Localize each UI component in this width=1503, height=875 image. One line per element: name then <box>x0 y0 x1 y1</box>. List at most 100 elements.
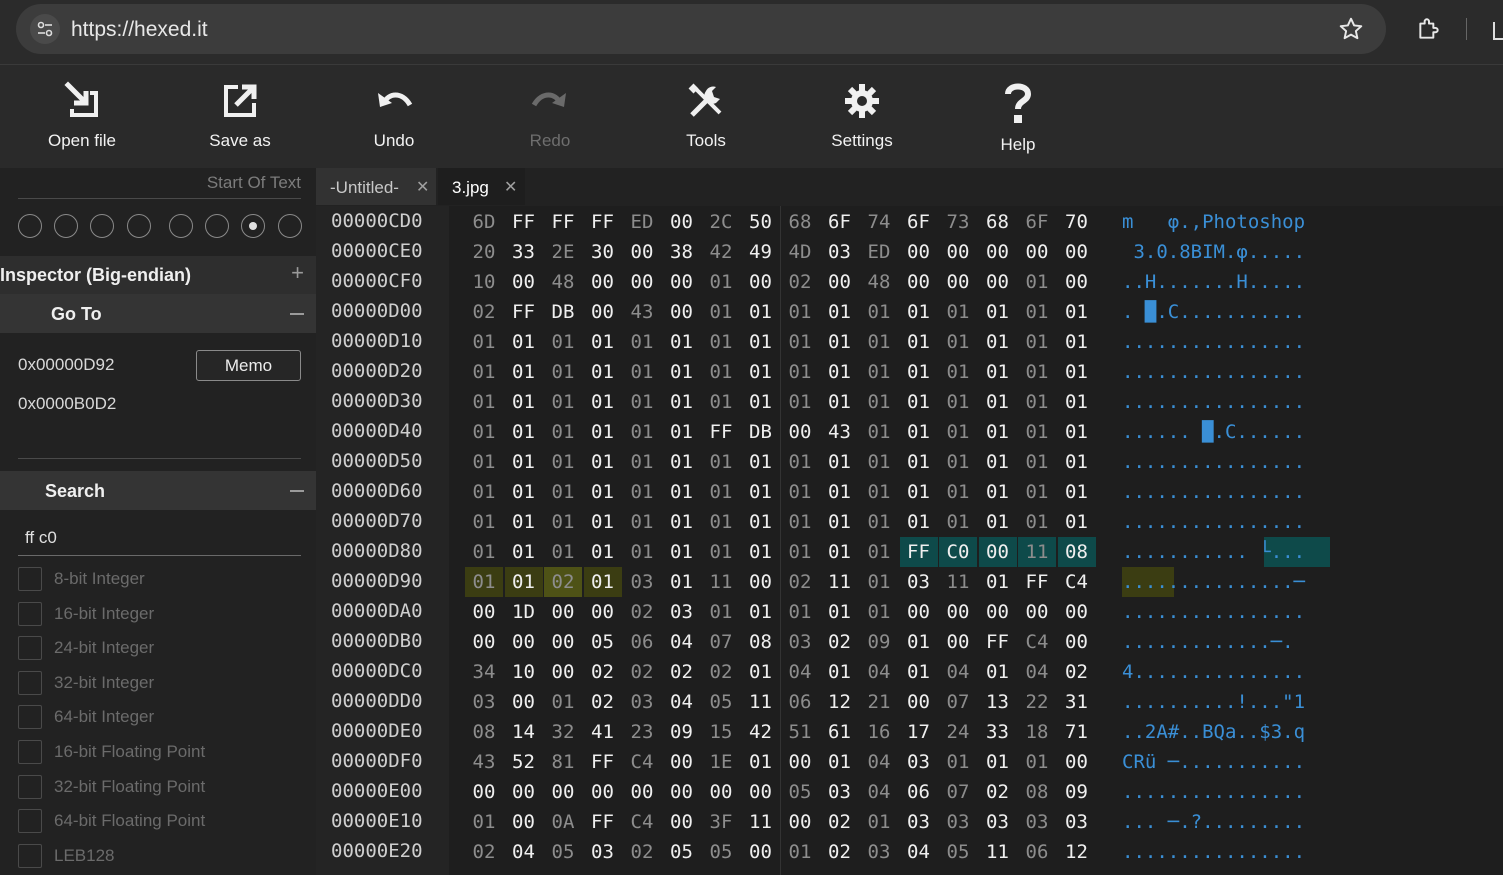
hex-byte[interactable]: FF <box>702 417 740 447</box>
hex-byte[interactable]: 01 <box>702 447 740 477</box>
hex-byte[interactable]: 6F <box>1018 207 1056 237</box>
hex-byte[interactable]: 6F <box>900 207 938 237</box>
hex-byte[interactable]: 01 <box>781 357 819 387</box>
hex-byte[interactable]: 02 <box>623 597 661 627</box>
hex-byte[interactable]: 00 <box>663 777 701 807</box>
hex-byte[interactable]: 01 <box>860 297 898 327</box>
hex-byte[interactable]: 01 <box>781 537 819 567</box>
hex-byte[interactable]: 01 <box>821 387 859 417</box>
url-text[interactable]: https://hexed.it <box>71 18 208 42</box>
ascii-text[interactable]: ................ <box>1122 597 1305 627</box>
hex-byte[interactable]: 6F <box>821 207 859 237</box>
hex-byte[interactable]: 01 <box>583 567 622 597</box>
open-file-button[interactable]: Open file <box>12 75 152 161</box>
hex-byte[interactable]: 6D <box>465 207 503 237</box>
extensions-icon[interactable] <box>1416 16 1442 47</box>
hex-byte[interactable]: 01 <box>623 477 661 507</box>
hex-byte[interactable]: 00 <box>702 777 740 807</box>
hex-byte[interactable]: 01 <box>505 417 543 447</box>
hex-byte[interactable]: 01 <box>1018 477 1056 507</box>
hex-byte[interactable]: 01 <box>1058 387 1096 417</box>
ascii-text[interactable]: ................ <box>1122 447 1305 477</box>
hex-byte[interactable]: 02 <box>821 627 859 657</box>
hex-byte[interactable]: 00 <box>900 267 938 297</box>
hex-byte[interactable]: 43 <box>623 297 661 327</box>
hex-byte[interactable]: ED <box>623 207 661 237</box>
hex-byte[interactable]: 02 <box>623 837 661 867</box>
hex-byte[interactable]: 74 <box>860 207 898 237</box>
hex-byte[interactable]: 00 <box>505 807 543 837</box>
hex-byte[interactable]: 01 <box>1018 267 1056 297</box>
hex-byte[interactable]: C4 <box>1018 627 1056 657</box>
hex-byte[interactable]: FF <box>544 207 582 237</box>
hex-byte[interactable]: 01 <box>1018 297 1056 327</box>
hex-byte[interactable]: 01 <box>900 657 938 687</box>
checkbox[interactable] <box>18 567 42 591</box>
hex-byte[interactable]: 00 <box>1018 597 1056 627</box>
hex-byte[interactable]: 01 <box>623 417 661 447</box>
hex-byte[interactable]: 01 <box>939 507 977 537</box>
checkbox[interactable] <box>18 636 42 661</box>
hex-byte[interactable]: 48 <box>860 267 898 297</box>
checkbox[interactable] <box>18 774 42 799</box>
hex-byte[interactable]: 03 <box>584 837 622 867</box>
hex-byte[interactable]: 01 <box>781 507 819 537</box>
hex-byte[interactable]: 00 <box>663 747 701 777</box>
hex-byte[interactable]: 01 <box>1058 477 1096 507</box>
hex-byte[interactable]: 04 <box>860 657 898 687</box>
checkbox[interactable] <box>18 740 42 764</box>
hex-byte[interactable]: 01 <box>939 297 977 327</box>
hex-byte[interactable]: 03 <box>860 837 898 867</box>
hex-byte[interactable]: 06 <box>623 627 661 657</box>
hex-byte[interactable]: 01 <box>979 447 1017 477</box>
hex-byte[interactable]: 01 <box>504 567 543 597</box>
radio-option[interactable] <box>90 214 114 238</box>
hex-byte[interactable]: 01 <box>979 417 1017 447</box>
hex-byte[interactable]: 01 <box>584 327 622 357</box>
hex-byte[interactable]: 01 <box>860 597 898 627</box>
hex-byte[interactable]: 01 <box>900 447 938 477</box>
hex-byte[interactable]: 03 <box>821 777 859 807</box>
search-option[interactable]: 32-bit Integer <box>18 670 308 695</box>
settings-button[interactable]: Settings <box>792 75 932 161</box>
hex-byte[interactable]: 01 <box>663 567 701 597</box>
hex-byte[interactable]: 10 <box>505 657 543 687</box>
ascii-text[interactable]: ................ <box>1122 837 1305 867</box>
hex-byte[interactable]: 01 <box>702 507 740 537</box>
search-option[interactable]: 24-bit Integer <box>18 636 308 661</box>
hex-byte[interactable]: 00 <box>544 777 582 807</box>
hex-byte[interactable]: 71 <box>1058 717 1096 747</box>
hex-byte[interactable]: 01 <box>663 357 701 387</box>
hex-byte[interactable]: 01 <box>1058 357 1096 387</box>
hex-byte[interactable]: 42 <box>742 717 780 747</box>
hex-byte[interactable]: 06 <box>1018 837 1056 867</box>
hex-byte[interactable]: 01 <box>702 597 740 627</box>
search-option[interactable]: 32-bit Floating Point <box>18 774 308 799</box>
hex-byte[interactable]: 01 <box>465 447 503 477</box>
hex-byte[interactable]: 02 <box>1058 657 1096 687</box>
hex-byte[interactable]: 00 <box>663 267 701 297</box>
hex-byte[interactable]: 14 <box>505 717 543 747</box>
hex-byte[interactable]: 24 <box>939 717 977 747</box>
hex-byte[interactable]: 01 <box>939 357 977 387</box>
hex-byte[interactable]: 03 <box>623 687 661 717</box>
hex-byte[interactable]: 01 <box>742 597 780 627</box>
hex-byte[interactable]: 01 <box>900 417 938 447</box>
hex-byte[interactable]: 01 <box>742 327 780 357</box>
tab-3jpg[interactable]: 3.jpg ✕ <box>438 168 525 205</box>
hex-byte[interactable]: 01 <box>544 507 582 537</box>
hex-byte[interactable]: 01 <box>544 537 582 567</box>
hex-byte[interactable]: 06 <box>900 777 938 807</box>
hex-byte[interactable]: 01 <box>742 747 780 777</box>
hex-byte[interactable]: 03 <box>900 747 938 777</box>
hex-byte[interactable]: 01 <box>821 507 859 537</box>
hex-byte[interactable]: 02 <box>979 777 1017 807</box>
hex-byte[interactable]: 01 <box>860 417 898 447</box>
hex-byte[interactable]: 01 <box>465 387 503 417</box>
hex-byte[interactable]: 00 <box>979 267 1017 297</box>
hex-byte[interactable]: 01 <box>821 297 859 327</box>
hex-byte[interactable]: 43 <box>821 417 859 447</box>
hex-byte[interactable]: 05 <box>702 837 740 867</box>
redo-button[interactable]: Redo <box>480 75 620 161</box>
hex-byte[interactable]: C4 <box>1058 567 1096 597</box>
